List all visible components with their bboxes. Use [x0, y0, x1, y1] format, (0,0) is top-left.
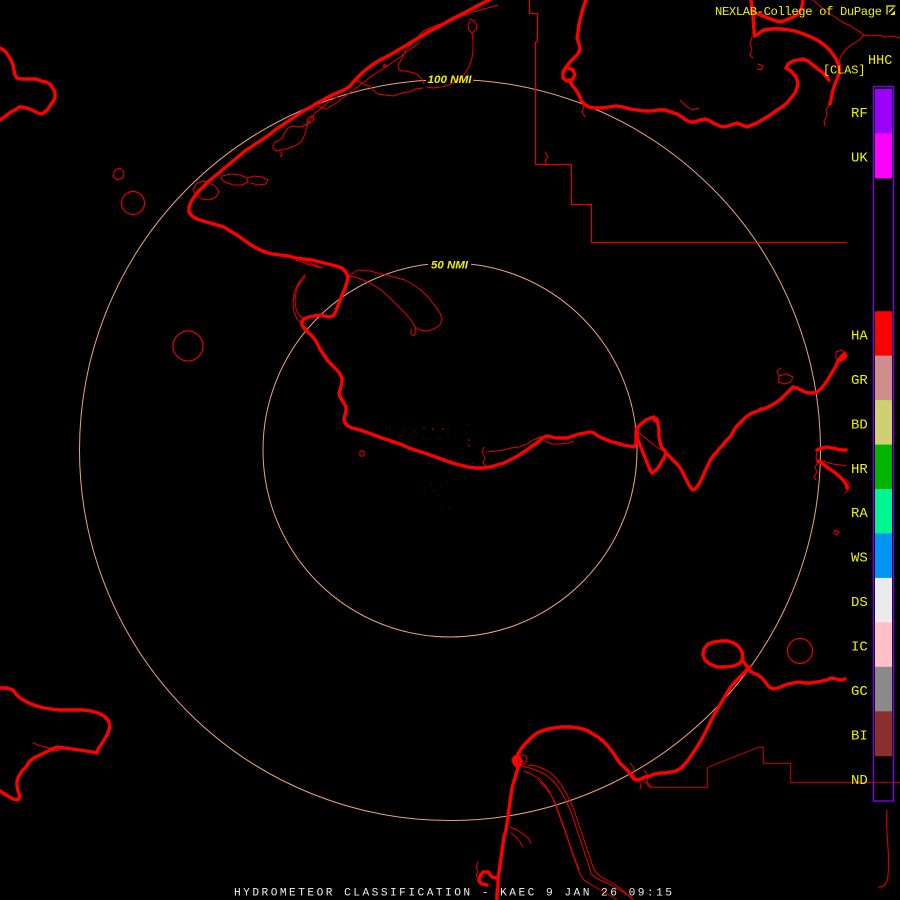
svg-text:50 NMI: 50 NMI [431, 260, 469, 272]
svg-text:IC: IC [851, 640, 868, 656]
svg-text:RA: RA [851, 506, 868, 522]
svg-text:HA: HA [851, 328, 868, 344]
svg-text:HHC: HHC [868, 54, 892, 69]
svg-text:GC: GC [851, 684, 868, 700]
svg-text:100 NMI: 100 NMI [428, 74, 473, 86]
svg-text:DS: DS [851, 595, 868, 611]
svg-text:NEXLAB-College of DuPage: NEXLAB-College of DuPage [715, 5, 882, 19]
svg-text:GR: GR [851, 373, 868, 389]
svg-text:BD: BD [851, 417, 868, 433]
svg-text:RF: RF [851, 106, 868, 122]
svg-text:ND: ND [851, 773, 868, 789]
svg-text:[CLAS]: [CLAS] [823, 64, 866, 78]
svg-text:WS: WS [851, 551, 868, 567]
svg-text:BI: BI [851, 729, 868, 745]
svg-text:HR: HR [851, 462, 868, 478]
svg-text:UK: UK [851, 151, 868, 167]
